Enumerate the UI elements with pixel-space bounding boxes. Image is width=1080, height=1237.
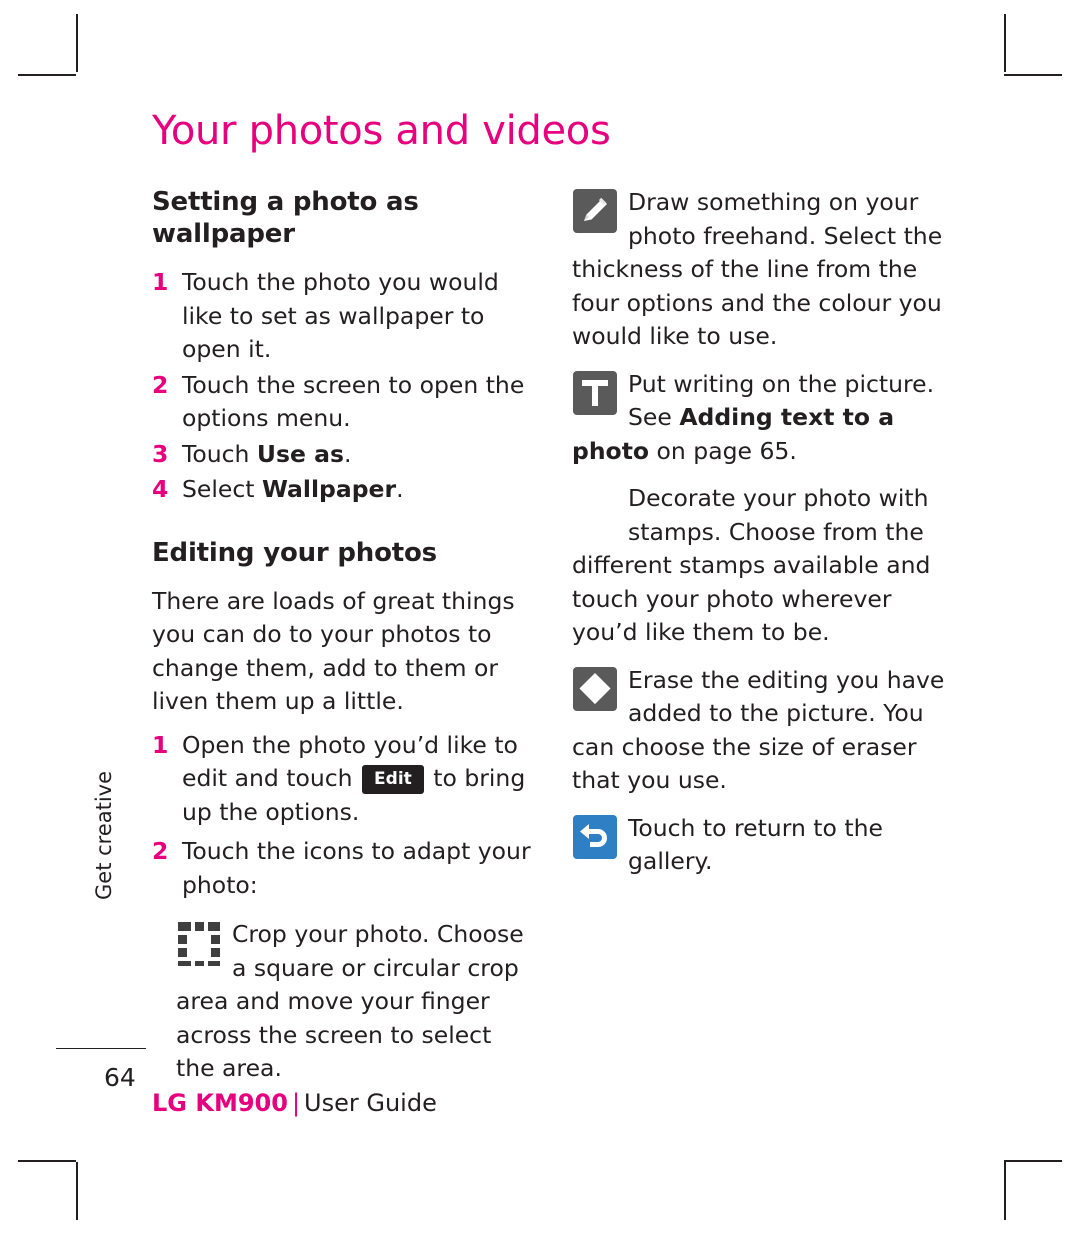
crop-mark-left-top-horizontal — [18, 74, 76, 76]
step-text: Touch the photo you would like to set as… — [182, 268, 499, 363]
eraser-description-text: Erase the editing you have added to the … — [572, 665, 945, 795]
step-text-after: . — [343, 439, 352, 468]
crop-mark-right-bottom-horizontal — [1004, 1160, 1062, 1162]
section-heading-setting-wallpaper: Setting a photo as wallpaper — [152, 187, 419, 249]
crop-mark-bottom-right-vertical — [1004, 1162, 1006, 1220]
right-column: Draw something on your photo freehand. S… — [572, 186, 952, 883]
step-item: 2 Touch the icons to adapt your photo: — [152, 835, 537, 902]
crop-mark-top-left-vertical — [76, 14, 78, 72]
crop-mark-left-bottom-horizontal — [18, 1160, 76, 1162]
icon-paragraph-draw: Draw something on your photo freehand. S… — [572, 186, 952, 354]
footer: LG KM900 | User Guide — [152, 1089, 437, 1117]
page-number: 64 — [104, 1063, 136, 1092]
left-column: Setting a photo as wallpaper 1 Touch the… — [152, 186, 537, 1090]
footer-separator: | — [291, 1089, 301, 1117]
crop-icon — [176, 920, 222, 966]
icon-paragraph-text-tool: Put writing on the picture. See Adding t… — [572, 368, 952, 469]
steps-setting-wallpaper: 1 Touch the photo you would like to set … — [152, 266, 537, 507]
step-text: Touch the icons to adapt your photo: — [182, 837, 531, 899]
icon-paragraph-crop: Crop your photo. Choose a square or circ… — [176, 918, 537, 1086]
footer-brand: LG KM900 — [152, 1089, 288, 1117]
stamp-icon — [572, 484, 618, 530]
eraser-icon — [572, 666, 618, 712]
step-item: 4 Select Wallpaper. — [152, 473, 537, 507]
step-text-bold: Use as — [256, 439, 344, 468]
step-number: 3 — [152, 439, 169, 468]
step-text-bold: Wallpaper — [261, 475, 397, 503]
icon-paragraph-eraser: Erase the editing you have added to the … — [572, 664, 952, 798]
step-text: Touch the screen to open the options men… — [182, 370, 525, 433]
step-number: 2 — [152, 837, 169, 865]
crop-mark-bottom-left-vertical — [76, 1162, 78, 1220]
footer-guide-label: User Guide — [304, 1089, 437, 1117]
stamp-description-text: Decorate your photo with stamps. Choose … — [572, 484, 931, 646]
step-item: 3 Touch Use as. — [152, 438, 537, 472]
crop-mark-right-top-horizontal — [1004, 74, 1062, 76]
edit-button-chip[interactable]: Edit — [362, 765, 424, 794]
pencil-icon — [572, 188, 618, 234]
editing-intro-text: There are loads of great things you can … — [152, 586, 515, 716]
step-item: 2 Touch the screen to open the options m… — [152, 369, 537, 436]
crop-mark-top-right-vertical — [1004, 14, 1006, 72]
step-item: 1 Open the photo you’d like to edit and … — [152, 729, 537, 830]
text-tool-description-after: on page 65. — [649, 436, 797, 465]
step-number: 4 — [152, 475, 169, 503]
step-text-before: Touch — [182, 439, 257, 468]
draw-description-text: Draw something on your photo freehand. S… — [572, 188, 943, 350]
footer-rule — [56, 1048, 146, 1049]
step-text-after: . — [396, 475, 404, 503]
step-number: 1 — [152, 268, 169, 296]
undo-return-icon — [572, 814, 618, 860]
steps-editing-photos: 1 Open the photo you’d like to edit and … — [152, 729, 537, 903]
section-heading-editing-photos: Editing your photos — [152, 537, 437, 568]
text-tool-icon — [572, 370, 618, 416]
step-number: 2 — [152, 370, 169, 399]
step-number: 1 — [152, 730, 169, 759]
step-item: 1 Touch the photo you would like to set … — [152, 266, 537, 367]
return-description-text: Touch to return to the gallery. — [628, 813, 883, 876]
chapter-side-label: Get creative — [92, 770, 116, 900]
crop-description-text: Crop your photo. Choose a square or circ… — [176, 920, 524, 1082]
icon-paragraph-stamp: Decorate your photo with stamps. Choose … — [572, 482, 952, 650]
icon-paragraph-return: Touch to return to the gallery. — [572, 812, 952, 879]
document-page: Your photos and videos Setting a photo a… — [0, 0, 1080, 1237]
page-title: Your photos and videos — [152, 108, 611, 154]
step-text-before: Select — [182, 475, 262, 503]
